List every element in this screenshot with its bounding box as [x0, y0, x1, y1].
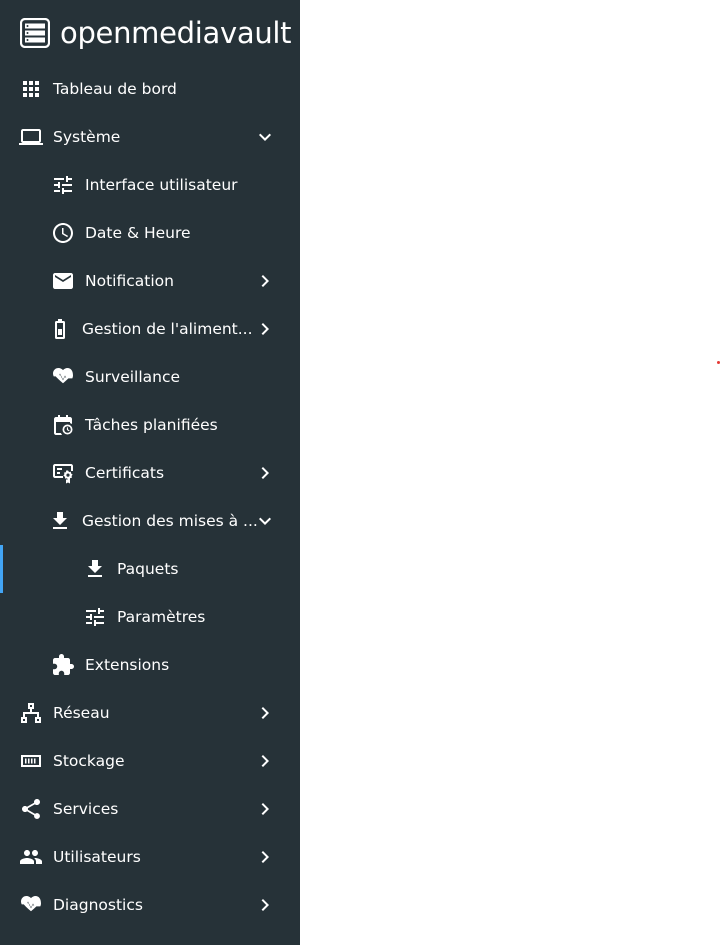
pulse-heart-icon [19, 893, 43, 917]
nav-item-network[interactable]: Réseau [0, 689, 300, 737]
nav-item-notification[interactable]: Notification [0, 257, 300, 305]
nav-label-packages: Paquets [117, 560, 179, 578]
users-icon [19, 845, 43, 869]
pulse-heart-icon [51, 365, 75, 389]
nav-item-services[interactable]: Services [0, 785, 300, 833]
nav-item-cron[interactable]: Tâches planifiées [0, 401, 300, 449]
nav-item-monitoring[interactable]: Surveillance [0, 353, 300, 401]
share-icon [19, 797, 43, 821]
nav-label-workbench: Interface utilisateur [85, 176, 238, 194]
battery-icon [48, 317, 72, 341]
nav-item-datetime[interactable]: Date & Heure [0, 209, 300, 257]
certificate-icon [51, 461, 75, 485]
nav-label-monitoring: Surveillance [85, 368, 181, 386]
server-logo-icon [20, 18, 50, 48]
nav-item-system[interactable]: Système [0, 113, 300, 161]
calendar-clock-icon [51, 413, 75, 437]
nav-label-cron: Tâches planifiées [85, 416, 218, 434]
sidebar-nav: openmediavault Tableau de bord Système I… [0, 0, 300, 945]
chevron-right-icon[interactable] [253, 317, 277, 341]
chevron-down-icon[interactable] [253, 509, 277, 533]
grid-icon [19, 77, 43, 101]
mail-icon [51, 269, 75, 293]
nav-item-updates[interactable]: Gestion des mises à ... [0, 497, 300, 545]
tune-icon [83, 605, 107, 629]
chevron-right-icon[interactable] [253, 749, 277, 773]
nav-label-certificates: Certificats [85, 464, 165, 482]
chevron-right-icon[interactable] [253, 701, 277, 725]
nav-label-plugins: Extensions [85, 656, 170, 674]
nav-label-services: Services [53, 800, 119, 818]
app-logo[interactable]: openmediavault [20, 16, 292, 50]
nav-label-dashboard: Tableau de bord [53, 80, 177, 98]
chevron-right-icon[interactable] [253, 461, 277, 485]
nav-label-storage: Stockage [53, 752, 125, 770]
tune-icon [51, 173, 75, 197]
nav-item-settings[interactable]: Paramètres [0, 593, 300, 641]
nav-label-notification: Notification [85, 272, 174, 290]
nav-item-plugins[interactable]: Extensions [0, 641, 300, 689]
nav-label-updates: Gestion des mises à ... [82, 512, 258, 530]
nav-label-users: Utilisateurs [53, 848, 141, 866]
chevron-right-icon[interactable] [253, 845, 277, 869]
nav-item-power[interactable]: Gestion de l'aliment... [0, 305, 300, 353]
nav-item-storage[interactable]: Stockage [0, 737, 300, 785]
chevron-right-icon[interactable] [253, 893, 277, 917]
nav-item-workbench[interactable]: Interface utilisateur [0, 161, 300, 209]
nav-label-network: Réseau [53, 704, 110, 722]
download-icon [83, 557, 107, 581]
chevron-right-icon[interactable] [253, 797, 277, 821]
chevron-down-icon[interactable] [253, 125, 277, 149]
nav-label-diagnostics: Diagnostics [53, 896, 143, 914]
nav-label-datetime: Date & Heure [85, 224, 191, 242]
nav-label-system: Système [53, 128, 121, 146]
download-icon [48, 509, 72, 533]
nav-item-users[interactable]: Utilisateurs [0, 833, 300, 881]
nav-item-packages[interactable]: Paquets [0, 545, 300, 593]
nav-item-diagnostics[interactable]: Diagnostics [0, 881, 300, 929]
nav-item-dashboard[interactable]: Tableau de bord [0, 65, 300, 113]
nav-label-power: Gestion de l'aliment... [82, 320, 253, 338]
loading-dot [717, 361, 720, 364]
laptop-icon [19, 125, 43, 149]
chevron-right-icon[interactable] [253, 269, 277, 293]
nav-item-certificates[interactable]: Certificats [0, 449, 300, 497]
nav-label-settings: Paramètres [117, 608, 206, 626]
puzzle-icon [51, 653, 75, 677]
clock-icon [51, 221, 75, 245]
network-icon [19, 701, 43, 725]
storage-icon [19, 749, 43, 773]
app-logo-text: openmediavault [60, 16, 292, 50]
